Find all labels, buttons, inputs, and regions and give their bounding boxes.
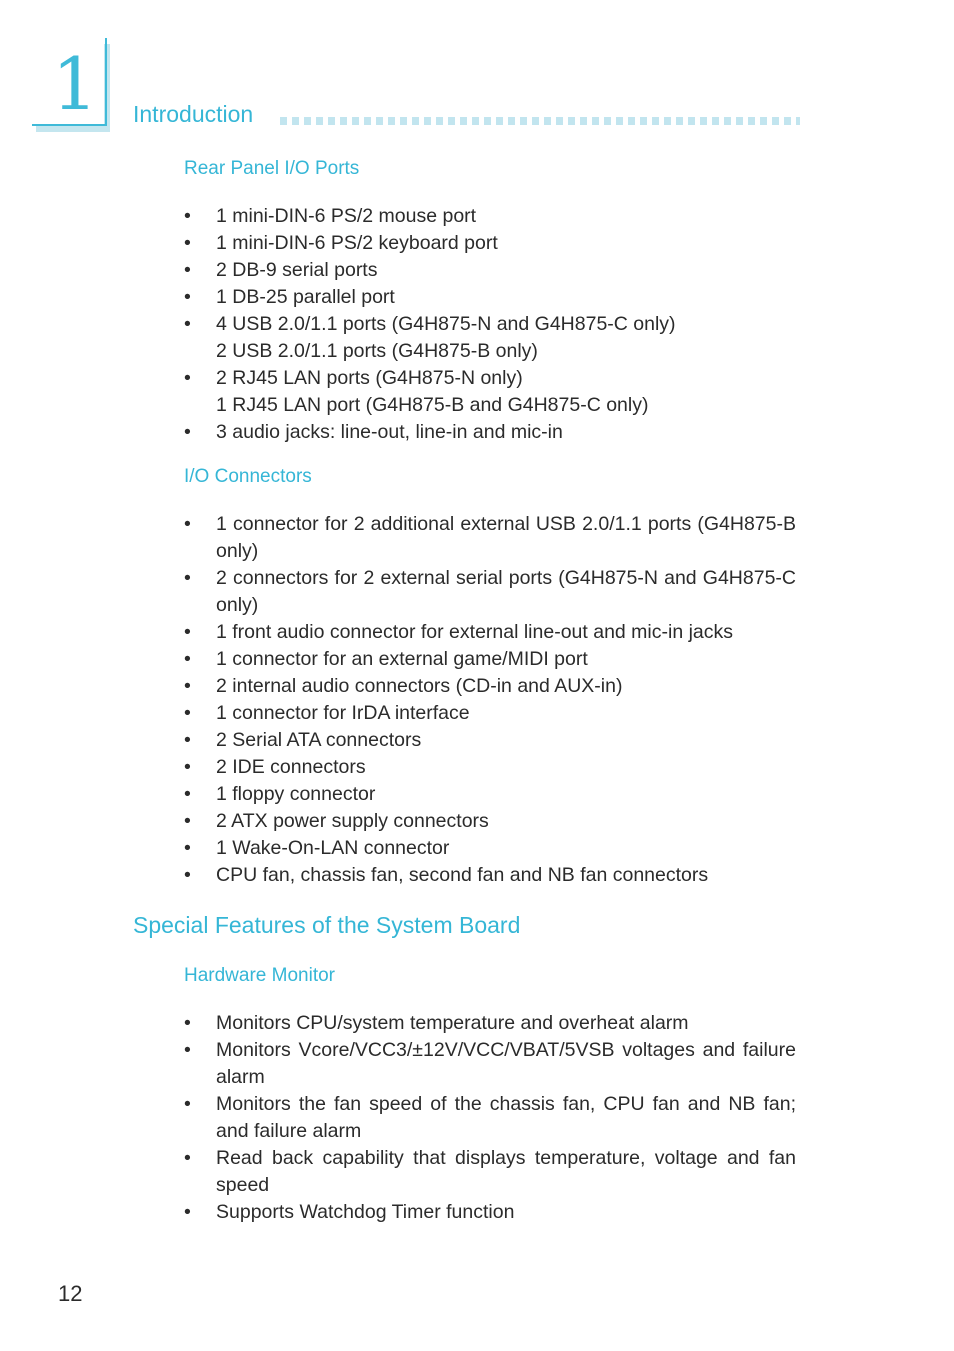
list-item-text: 1 connector for an external game/MIDI po…: [216, 648, 588, 670]
list-item: • 1 mini-DIN-6 PS/2 mouse port: [184, 203, 796, 230]
bullet-icon: •: [184, 675, 191, 697]
list-item: • 1 connector for IrDA interface: [184, 700, 796, 727]
bullet-icon: •: [184, 567, 191, 589]
list-item: • CPU fan, chassis fan, second fan and NB…: [184, 862, 796, 889]
list-item-text: 1 mini-DIN-6 PS/2 keyboard port: [216, 232, 498, 254]
list-item-text: 2 Serial ATA connectors: [216, 729, 422, 751]
list-item-text: 3 audio jacks: line-out, line-in and mic…: [216, 421, 563, 443]
list-item-text: Monitors Vcore/VCC3/±12V/VCC/VBAT/5VSB v…: [216, 1039, 796, 1088]
section-title-special-features: Special Features of the System Board: [133, 912, 521, 938]
bullet-icon: •: [184, 837, 191, 859]
list-item-text: 2 connectors for 2 external serial ports…: [216, 567, 796, 616]
bullet-icon: •: [184, 810, 191, 832]
list-item-text: 2 IDE connectors: [216, 756, 366, 778]
bullet-icon: •: [184, 259, 191, 281]
bullet-icon: •: [184, 286, 191, 308]
bullet-icon: •: [184, 367, 191, 389]
bullet-icon: •: [184, 783, 191, 805]
subsection-title-rear-panel: Rear Panel I/O Ports: [184, 158, 360, 179]
list-item: • 2 ATX power supply connectors: [184, 808, 796, 835]
list-item-text: 1 mini-DIN-6 PS/2 mouse port: [216, 205, 477, 227]
list-item-text: Monitors the fan speed of the chassis fa…: [216, 1093, 796, 1142]
list-item-text: 2 DB-9 serial ports: [216, 259, 378, 281]
bullet-icon: •: [184, 313, 191, 335]
bullet-icon: •: [184, 513, 191, 535]
bullet-icon: •: [184, 205, 191, 227]
bullet-icon: •: [184, 756, 191, 778]
bullet-icon: •: [184, 648, 191, 670]
page-number: 12: [58, 1281, 83, 1306]
rear-panel-list: • 1 mini-DIN-6 PS/2 mouse port • 1 mini-DIN…: [184, 203, 796, 446]
subsection-title-io-connectors: I/O Connectors: [184, 466, 312, 487]
list-item-text: 1 RJ45 LAN port (G4H875-B and G4H875-C o…: [216, 394, 649, 416]
list-item: • 1 mini-DIN-6 PS/2 keyboard port: [184, 230, 796, 257]
list-item: • 2 RJ45 LAN ports (G4H875-N only) 1 RJ45 …: [184, 365, 796, 419]
list-item: • 2 internal audio connectors (CD-in and …: [184, 673, 796, 700]
list-item: • Supports Watchdog Timer function: [184, 1199, 796, 1226]
chapter-title: Introduction: [133, 101, 254, 127]
io-connectors-list: • 1 connector for 2 additional external U…: [184, 511, 796, 889]
list-item-text: Monitors CPU/system temperature and over…: [216, 1012, 689, 1034]
list-item-text: 2 ATX power supply connectors: [216, 810, 489, 832]
list-item-text: Read back capability that displays tempe…: [216, 1147, 796, 1196]
list-item-text: 4 USB 2.0/1.1 ports (G4H875-N and G4H875…: [216, 313, 676, 335]
list-item-text: 2 internal audio connectors (CD-in and A…: [216, 675, 623, 697]
list-item-text: Supports Watchdog Timer function: [216, 1201, 515, 1223]
hardware-monitor-list: • Monitors CPU/system temperature and ove…: [184, 1010, 796, 1226]
bullet-icon: •: [184, 1201, 191, 1223]
list-item: • Monitors CPU/system temperature and ove…: [184, 1010, 796, 1037]
list-item-text: CPU fan, chassis fan, second fan and NB …: [216, 864, 709, 886]
bullet-icon: •: [184, 1093, 191, 1115]
bullet-icon: •: [184, 864, 191, 886]
list-item: • 3 audio jacks: line-out, line-in and mi…: [184, 419, 796, 446]
list-item-text: 1 connector for IrDA interface: [216, 702, 470, 724]
bullet-icon: •: [184, 702, 191, 724]
bullet-icon: •: [184, 421, 191, 443]
list-item: • Read back capability that displays temp…: [184, 1145, 796, 1199]
list-item: • 1 floppy connector: [184, 781, 796, 808]
list-item: • 2 IDE connectors: [184, 754, 796, 781]
list-item-text: 2 USB 2.0/1.1 ports (G4H875-B only): [216, 340, 538, 362]
list-item-text: 1 Wake-On-LAN connector: [216, 837, 450, 859]
list-item: • Monitors the fan speed of the chassis f…: [184, 1091, 796, 1145]
chapter-marker-shadow: [36, 126, 110, 132]
title-dotted-leader: [280, 117, 800, 125]
chapter-number: 1: [52, 42, 98, 126]
list-item-text: 1 connector for 2 additional external US…: [216, 513, 796, 562]
list-item-text: 1 front audio connector for external lin…: [216, 621, 734, 643]
list-item: • 1 Wake-On-LAN connector: [184, 835, 796, 862]
bullet-icon: •: [184, 729, 191, 751]
list-item: • 1 DB-25 parallel port: [184, 284, 796, 311]
list-item: • 1 connector for an external game/MIDI p…: [184, 646, 796, 673]
chapter-marker-rule: [105, 38, 107, 126]
bullet-icon: •: [184, 1012, 191, 1034]
list-item: • 2 Serial ATA connectors: [184, 727, 796, 754]
list-item: • Monitors Vcore/VCC3/±12V/VCC/VBAT/5VSB …: [184, 1037, 796, 1091]
list-item-text: 1 DB-25 parallel port: [216, 286, 395, 308]
bullet-icon: •: [184, 232, 191, 254]
subsection-title-hardware-monitor: Hardware Monitor: [184, 965, 335, 986]
list-item: • 2 DB-9 serial ports: [184, 257, 796, 284]
list-item: • 4 USB 2.0/1.1 ports (G4H875-N and G4H87…: [184, 311, 796, 365]
list-item-text: 1 floppy connector: [216, 783, 376, 805]
bullet-icon: •: [184, 1039, 191, 1061]
list-item: • 1 front audio connector for external li…: [184, 619, 796, 646]
bullet-icon: •: [184, 621, 191, 643]
list-item: • 2 connectors for 2 external serial port…: [184, 565, 796, 619]
list-item: • 1 connector for 2 additional external U…: [184, 511, 796, 565]
list-item-text: 2 RJ45 LAN ports (G4H875-N only): [216, 367, 523, 389]
bullet-icon: •: [184, 1147, 191, 1169]
chapter-marker: 1: [32, 38, 110, 132]
